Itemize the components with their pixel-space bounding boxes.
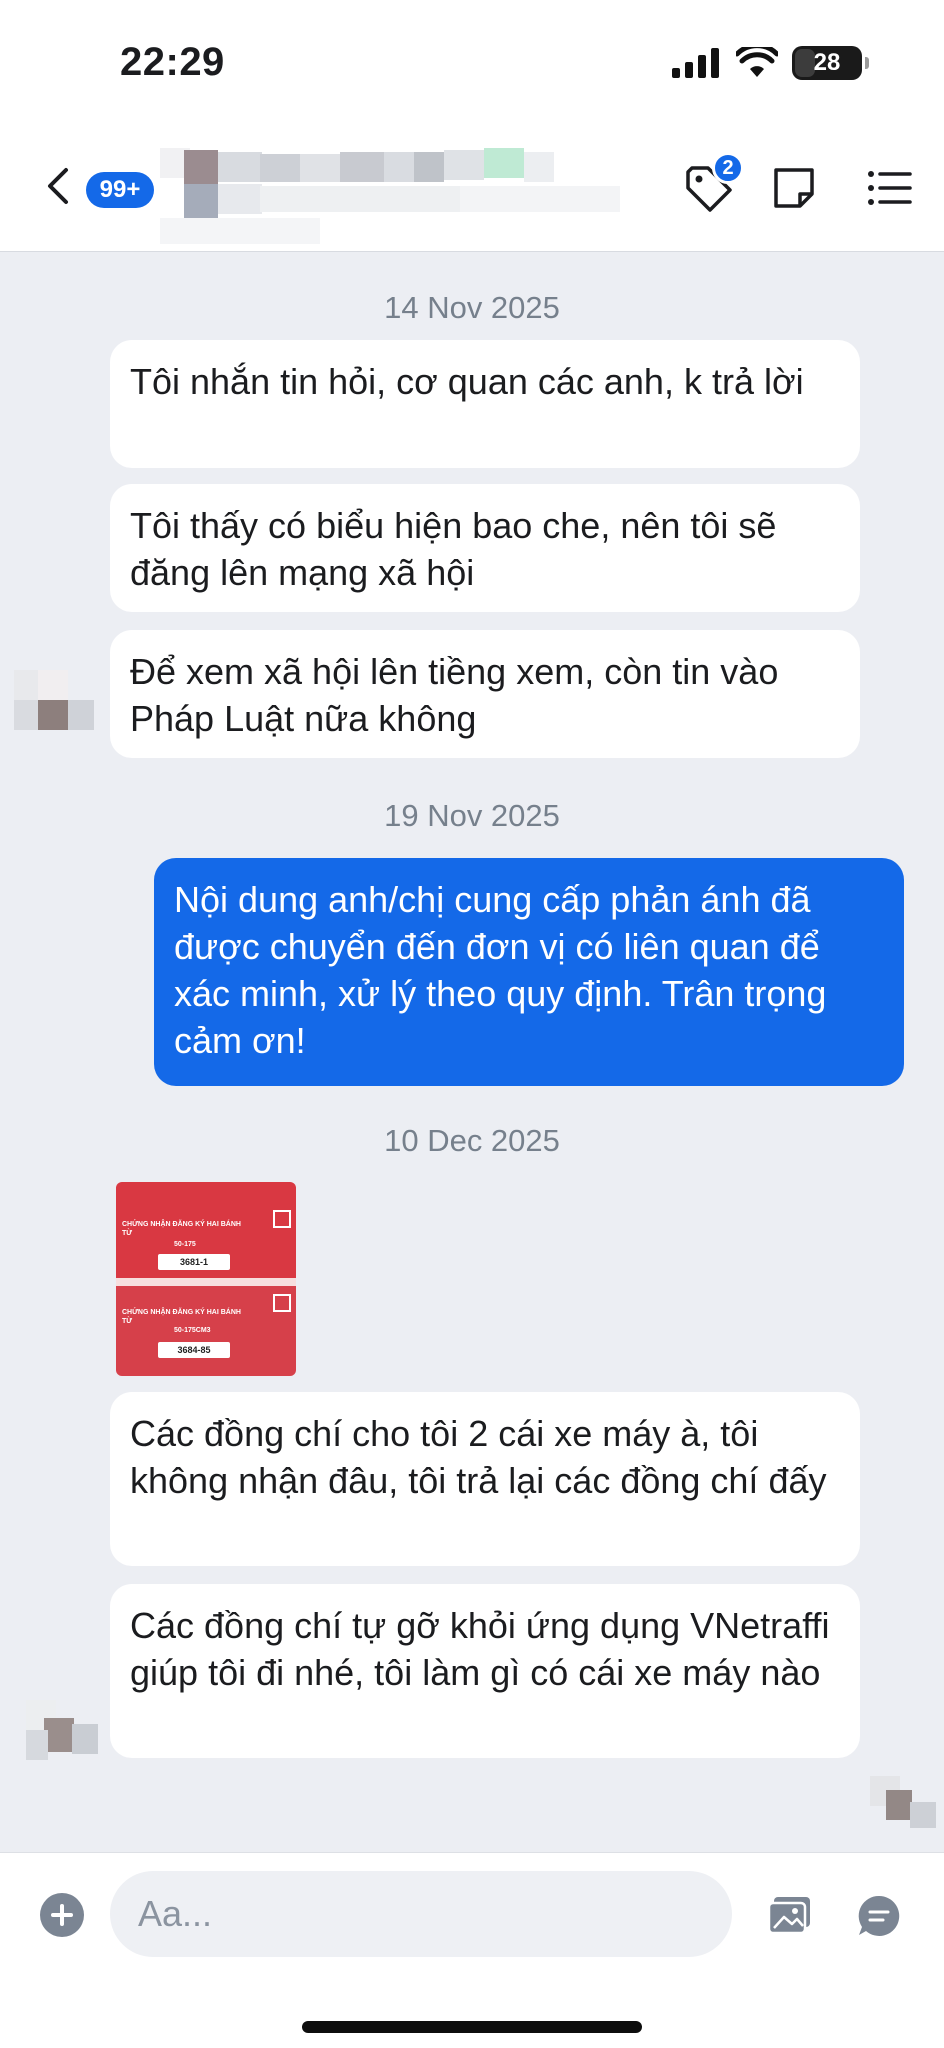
tag-count-badge: 2 <box>712 152 744 184</box>
status-time: 22:29 <box>120 40 225 84</box>
home-indicator <box>302 2021 642 2033</box>
seen-avatar <box>862 1772 942 1856</box>
message-bubble[interactable]: Các đồng chí tự gỡ khỏi ứng dụng VNetraf… <box>110 1584 860 1758</box>
message-text: Nội dung anh/chị cung cấp phản ánh đã đư… <box>174 879 827 1061</box>
battery-level: 28 <box>813 49 841 76</box>
message-bubble[interactable]: Để xem xã hội lên tiềng xem, còn tin vào… <box>110 630 860 758</box>
list-icon[interactable] <box>862 160 918 216</box>
message-bubble[interactable]: Các đồng chí cho tôi 2 cái xe máy à, tôi… <box>110 1392 860 1566</box>
image-icon[interactable] <box>766 1893 814 1937</box>
chat-header: 99+ 2 <box>0 120 944 252</box>
card-title: CHỨNG NHẬN ĐĂNG KÝ HAI BÁNH TỪ <box>122 1309 241 1325</box>
message-input-placeholder: Aa... <box>138 1893 213 1934</box>
note-icon[interactable] <box>766 160 822 216</box>
date-separator: 14 Nov 2025 <box>384 290 560 325</box>
message-text: Tôi nhắn tin hỏi, cơ quan các anh, k trả… <box>130 361 804 402</box>
image-message[interactable]: CHỨNG NHẬN ĐĂNG KÝ HAI BÁNH TỪ 50-175 36… <box>116 1182 296 1376</box>
qr-code-icon <box>273 1210 291 1228</box>
message-input[interactable]: Aa... <box>110 1871 732 1957</box>
date-separator: 10 Dec 2025 <box>384 1123 560 1158</box>
avatar[interactable] <box>20 1694 104 1778</box>
message-text: Tôi thấy có biểu hiện bao che, nên tôi s… <box>130 505 777 593</box>
status-icons: 28 <box>672 46 869 80</box>
registration-card: CHỨNG NHẬN ĐĂNG KÝ HAI BÁNH TỪ 50-175CM3… <box>116 1286 296 1376</box>
signal-icon <box>672 48 719 78</box>
status-bar: 22:29 28 <box>0 0 944 120</box>
wifi-icon <box>736 47 778 77</box>
card-title: CHỨNG NHẬN ĐĂNG KÝ HAI BÁNH TỪ <box>122 1221 241 1237</box>
date-separator: 19 Nov 2025 <box>384 798 560 833</box>
card-plate: 3684-85 <box>158 1342 230 1358</box>
composer-bar: Aa... <box>0 1852 944 2048</box>
message-bubble[interactable]: Tôi nhắn tin hỏi, cơ quan các anh, k trả… <box>110 340 860 468</box>
plus-icon[interactable] <box>40 1893 84 1937</box>
registration-card: CHỨNG NHẬN ĐĂNG KÝ HAI BÁNH TỪ 50-175 36… <box>116 1182 296 1278</box>
chevron-left-icon[interactable] <box>42 166 76 206</box>
unread-badge[interactable]: 99+ <box>86 172 154 208</box>
chat-bubble-icon[interactable] <box>856 1893 902 1939</box>
message-text: Để xem xã hội lên tiềng xem, còn tin vào… <box>130 651 779 739</box>
message-text: Các đồng chí cho tôi 2 cái xe máy à, tôi… <box>130 1413 827 1501</box>
contact-name-blurred[interactable] <box>160 148 640 248</box>
message-bubble[interactable]: Tôi thấy có biểu hiện bao che, nên tôi s… <box>110 484 860 612</box>
qr-code-icon <box>273 1294 291 1312</box>
card-code: 50-175 <box>174 1241 196 1248</box>
card-code: 50-175CM3 <box>174 1327 211 1334</box>
card-plate: 3681-1 <box>158 1254 230 1270</box>
message-text: Các đồng chí tự gỡ khỏi ứng dụng VNetraf… <box>130 1605 830 1693</box>
message-bubble-own[interactable]: Nội dung anh/chị cung cấp phản ánh đã đư… <box>154 858 904 1086</box>
battery-icon: 28 <box>792 46 869 80</box>
avatar[interactable] <box>14 660 98 744</box>
